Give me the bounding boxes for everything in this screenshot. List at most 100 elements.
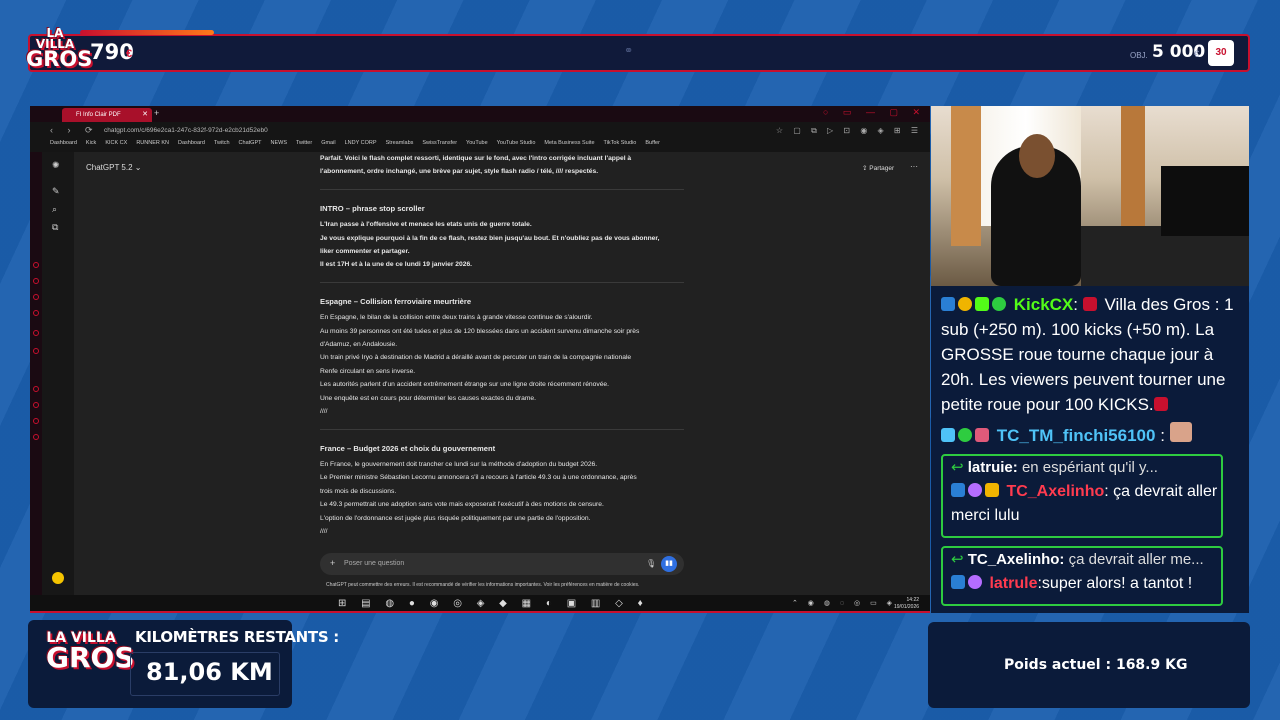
anniversary-badge: 30 xyxy=(1208,40,1234,66)
windows-taskbar: ⊞ ▤ ◍ ● ◉ ◎ ◈ ◆ ▦ ◐ ▣ ▥ ◇ ♦ ⌃ ◉ ◍ ◌ ◎ ▭ … xyxy=(30,595,930,611)
intro-line: l'abonnement, ordre inchangé, une brève … xyxy=(320,168,599,176)
donation-unit: € xyxy=(126,48,133,60)
rail-icon[interactable] xyxy=(33,434,39,440)
reply-arrow-icon: ↩ xyxy=(951,551,968,568)
reply-ref-text: en espériant qu'il y... xyxy=(1021,459,1158,476)
bookmark-item[interactable]: Buffer xyxy=(645,140,660,146)
km-title: KILOMÈTRES RESTANTS : xyxy=(135,628,339,646)
search-icon[interactable]: ⌕ xyxy=(52,204,57,215)
rail-icon[interactable] xyxy=(33,262,39,268)
bookmark-item[interactable]: RUNNER KN xyxy=(136,140,169,146)
bookmark-item[interactable]: LNDY CORP xyxy=(345,140,377,146)
section-line: L'option de l'ordonnance est jugée plus … xyxy=(320,514,591,522)
stream-chat: KickCX: Villa des Gros : 1 sub (+250 m).… xyxy=(931,286,1249,613)
taskbar-apps-icon[interactable]: ⊞ ▤ ◍ ● ◉ ◎ ◈ ◆ ▦ ◐ ▣ ▥ ◇ ♦ xyxy=(338,598,649,609)
mic-icon[interactable]: 🎙 xyxy=(646,559,656,568)
verified-icon xyxy=(992,297,1006,311)
nav-arrows-icon[interactable]: ‹ › ⟳ xyxy=(50,125,99,136)
divider xyxy=(320,428,684,430)
badge-icon xyxy=(968,483,982,497)
bookmark-item[interactable]: Dashboard xyxy=(178,140,205,146)
bookmark-item[interactable]: Twitter xyxy=(296,140,312,146)
section-line: En France, le gouvernement doit trancher… xyxy=(320,460,598,468)
screen-capture: FI Info Clair PDF ✕ + ○ ▭ — ▢ ✕ ‹ › ⟳ ch… xyxy=(30,106,930,613)
chat-username[interactable]: KickCX xyxy=(1014,295,1074,314)
bookmark-item[interactable]: Twitch xyxy=(214,140,230,146)
address-bar[interactable]: ‹ › ⟳ chatgpt.com/c/696e2ca1-247c-832f-9… xyxy=(30,122,930,140)
bookmark-item[interactable]: TikTok Studio xyxy=(604,140,637,146)
browser-tabstrip: FI Info Clair PDF ✕ + ○ ▭ — ▢ ✕ xyxy=(30,106,930,122)
bookmark-item[interactable]: Kick xyxy=(86,140,96,146)
reply-message: latrule:super alors! a tantot ! xyxy=(943,572,1221,596)
bookmark-item[interactable]: KICK CX xyxy=(105,140,127,146)
badge-icon xyxy=(951,575,965,589)
window-controls[interactable]: ○ ▭ — ▢ ✕ xyxy=(823,107,926,118)
chat-username[interactable]: TC_Axelinho xyxy=(1006,483,1104,500)
bookmark-item[interactable]: NEWS xyxy=(270,140,287,146)
weight-text: Poids actuel : 168.9 KG xyxy=(1004,657,1188,673)
voice-mode-button[interactable]: ▮▮ xyxy=(661,556,677,572)
new-chat-icon[interactable]: ✎ xyxy=(52,186,60,197)
reply-ref-text: ça devrait aller me... xyxy=(1068,551,1204,568)
extension-icons[interactable]: ☆ ▢ ⧉ ▷ ⊡ ◉ ◈ ⊞ ☰ xyxy=(776,126,922,136)
bookmark-item[interactable]: Streamlabs xyxy=(386,140,414,146)
villa-logo: LA VILLA GROS xyxy=(26,26,93,71)
rail-icon[interactable] xyxy=(33,294,39,300)
section-line: Le 49.3 permettrait une adoption sans vo… xyxy=(320,501,604,509)
clock-time: 14:22 xyxy=(906,597,920,603)
bookmark-item[interactable]: ChatGPT xyxy=(239,140,262,146)
model-selector[interactable]: ChatGPT 5.2 ⌄ xyxy=(86,163,141,172)
more-icon[interactable]: ··· xyxy=(910,162,918,171)
rail-icon[interactable] xyxy=(33,310,39,316)
section-line: Je vous explique pourquoi à la fin de ce… xyxy=(320,234,660,242)
badge-icon xyxy=(958,297,972,311)
close-icon[interactable]: ✕ xyxy=(142,108,148,122)
section-line: //// xyxy=(320,527,328,535)
share-button[interactable]: ⇪ Partager xyxy=(862,164,894,172)
badge-icon xyxy=(951,483,965,497)
reply-reference: ↩ latruie: en espériant qu'il y... xyxy=(943,456,1221,480)
divider xyxy=(320,281,684,283)
rail-icon[interactable] xyxy=(33,348,39,354)
rail-icon[interactable] xyxy=(33,278,39,284)
rail-icon[interactable] xyxy=(33,402,39,408)
chat-text: Villa des Gros : 1 sub (+250 m). 100 kic… xyxy=(941,295,1234,414)
webcam-curtain xyxy=(951,106,981,246)
bookmark-item[interactable]: SwissTransfer xyxy=(422,140,457,146)
rail-icon[interactable] xyxy=(33,418,39,424)
rail-icon[interactable] xyxy=(33,386,39,392)
bookmark-item[interactable]: YouTube Studio xyxy=(497,140,536,146)
section-line: L'Iran passe à l'offensive et menace les… xyxy=(320,221,532,229)
chat-username[interactable]: TC_TM_finchi56100 xyxy=(997,426,1156,445)
badge-icon xyxy=(941,297,955,311)
webcam-feed xyxy=(931,106,1249,286)
browser-tab[interactable]: FI Info Clair PDF ✕ xyxy=(62,108,152,122)
section-line: Il est 17H et à la une de ce lundi 19 ja… xyxy=(320,261,473,269)
section-line: Une enquête est en cours pour déterminer… xyxy=(320,394,536,402)
library-icon[interactable]: ⧉ xyxy=(52,222,58,233)
tab-title: FI Info Clair PDF xyxy=(76,112,121,118)
section-line: d'Adamuz, en Andalousie. xyxy=(320,341,398,349)
message-composer[interactable]: + Poser une question 🎙 ▮▮ xyxy=(320,553,684,575)
bookmark-item[interactable]: Meta Business Suite xyxy=(544,140,594,146)
rail-icon[interactable] xyxy=(33,330,39,336)
chat-text: super alors! a tantot ! xyxy=(1041,575,1193,592)
browser-side-rail xyxy=(30,152,42,603)
new-tab-icon[interactable]: + xyxy=(154,108,159,118)
url-text[interactable]: chatgpt.com/c/696e2ca1-247c-832f-972d-e2… xyxy=(104,127,268,134)
cursor-highlight xyxy=(52,572,64,584)
intro-line: Parfait. Voici le flash complet ressorti… xyxy=(320,155,632,162)
attach-icon[interactable]: + xyxy=(330,558,335,568)
chat-message: TC_TM_finchi56100 : xyxy=(941,422,1241,448)
chatgpt-logo-icon[interactable]: ✺ xyxy=(52,160,60,171)
bookmark-item[interactable]: Gmail xyxy=(321,140,335,146)
gift-icon xyxy=(975,428,989,442)
clock[interactable]: 14:22 19/01/2026 xyxy=(894,597,919,611)
section-title: France – Budget 2026 et choix du gouvern… xyxy=(320,443,496,453)
chat-username[interactable]: latrule xyxy=(989,575,1037,592)
bookmark-item[interactable]: YouTube xyxy=(466,140,488,146)
bookmark-item[interactable]: Dashboard xyxy=(50,140,77,146)
composer-placeholder[interactable]: Poser une question xyxy=(344,560,404,567)
objective-unit: € xyxy=(1194,49,1200,59)
system-tray-icon[interactable]: ⌃ ◉ ◍ ◌ ◎ ▭ ◈ xyxy=(792,599,896,607)
